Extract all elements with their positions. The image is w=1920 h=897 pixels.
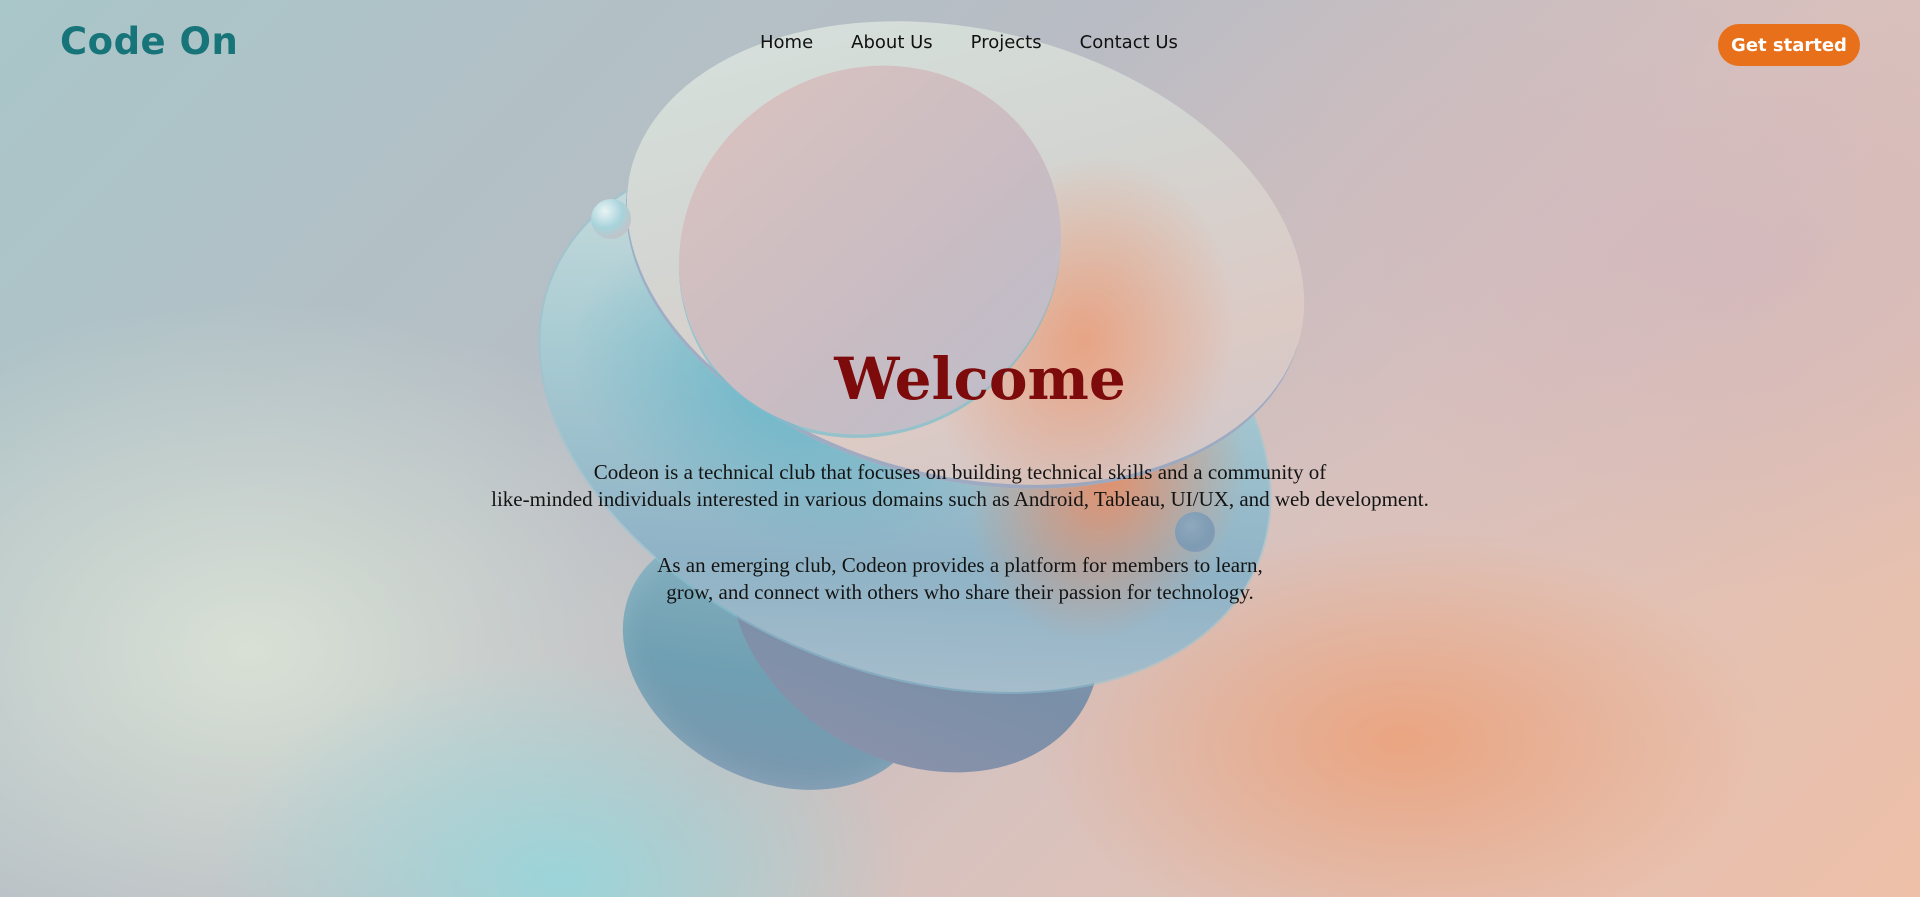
intro-line-1: Codeon is a technical club that focuses … <box>593 460 1327 484</box>
nav-link-projects[interactable]: Projects <box>971 32 1042 53</box>
page-title: Welcome <box>0 345 1920 413</box>
nav-link-about-us[interactable]: About Us <box>851 32 933 53</box>
welcome-heading: Welcome <box>834 345 1126 413</box>
mission-line-2: grow, and connect with others who share … <box>666 580 1254 604</box>
main-nav: Home About Us Projects Contact Us <box>760 32 1216 53</box>
intro-paragraph: Codeon is a technical club that focuses … <box>0 459 1920 513</box>
site-header: Code On Home About Us Projects Contact U… <box>0 0 1920 90</box>
nav-link-home[interactable]: Home <box>760 32 813 53</box>
site-logo[interactable]: Code On <box>60 20 238 63</box>
nav-link-contact-us[interactable]: Contact Us <box>1080 32 1178 53</box>
get-started-button[interactable]: Get started <box>1718 24 1860 66</box>
mission-line-1: As an emerging club, Codeon provides a p… <box>657 553 1263 577</box>
intro-line-2: like-minded individuals interested in va… <box>491 487 1429 511</box>
small-sphere-right <box>1175 512 1215 552</box>
mission-paragraph: As an emerging club, Codeon provides a p… <box>0 552 1920 606</box>
small-sphere-left <box>591 199 631 239</box>
